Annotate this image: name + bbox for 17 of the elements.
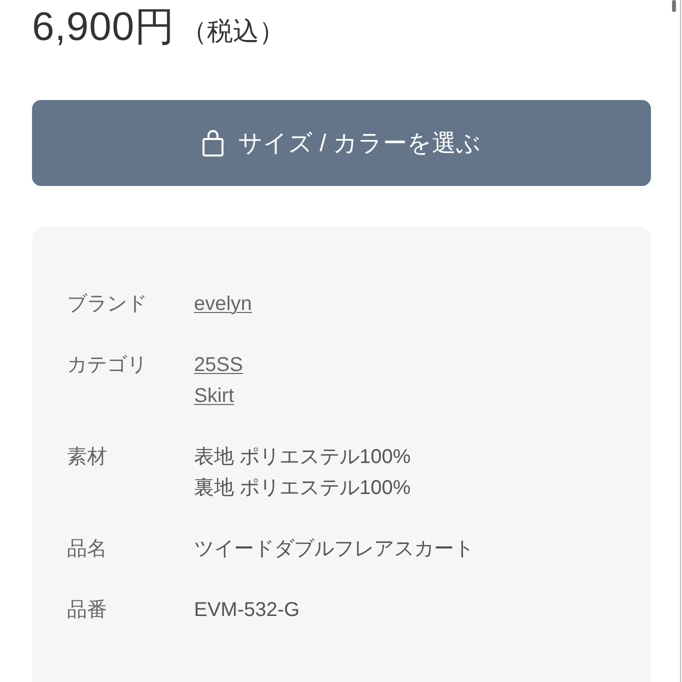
detail-link[interactable]: evelyn (194, 289, 252, 320)
detail-label: 品番 (67, 598, 108, 623)
detail-value: EVM-532-G (194, 598, 300, 623)
shopping-bag-icon (202, 129, 224, 157)
detail-value: ツイードダブルフレアスカート (194, 537, 474, 562)
scrollbar-thumb[interactable] (672, 0, 676, 12)
detail-value: 表地 ポリエステル100% (194, 445, 411, 470)
price: 6,900円 (32, 4, 176, 50)
detail-link[interactable]: Skirt (194, 381, 234, 412)
detail-label: 品名 (67, 537, 108, 562)
detail-label: ブランド (67, 292, 148, 317)
select-size-color-button[interactable]: サイズ / カラーを選ぶ (32, 100, 651, 186)
detail-link[interactable]: 25SS (194, 350, 243, 381)
detail-label: 素材 (67, 445, 108, 470)
detail-label: カテゴリ (67, 353, 148, 378)
detail-value: 裏地 ポリエステル100% (194, 476, 411, 501)
tax-note: （税込） (181, 15, 286, 47)
